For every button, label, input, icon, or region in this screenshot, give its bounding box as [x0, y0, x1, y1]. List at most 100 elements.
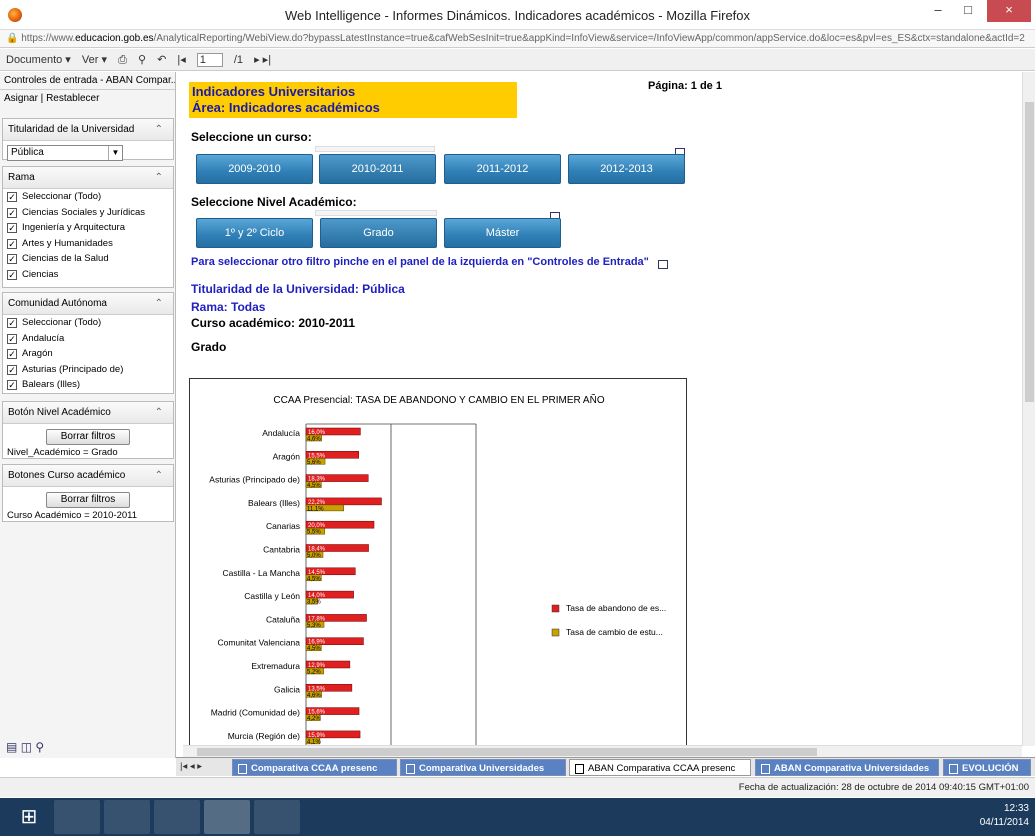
tab-nav-icon[interactable]: |◂ ◂ ▸	[180, 761, 202, 772]
data-label: 18,4%	[308, 547, 326, 553]
curso-button-2010[interactable]: 2010-2011	[319, 154, 436, 184]
find-icon[interactable]: ⚲	[138, 54, 146, 66]
titularidad-select[interactable]: Pública ▼	[7, 145, 123, 161]
print-icon[interactable]: ⎙	[118, 54, 127, 66]
data-label: 15,6%	[308, 710, 326, 716]
info-text: Para seleccionar otro filtro pinche en e…	[191, 256, 649, 268]
data-label: 13,5%	[308, 686, 326, 692]
rama-checkbox-5[interactable]: ✓ Ciencias	[3, 267, 173, 283]
collapse-icon[interactable]: ⌃	[155, 465, 163, 487]
url-bar[interactable]: 🔒 https://www.educacion.gob.es/Analytica…	[0, 30, 1035, 48]
checkbox-icon[interactable]: ✓	[7, 207, 17, 218]
category-label: Comunitat Valenciana	[217, 638, 300, 648]
abandono-chart: CCAA Presencial: TASA DE ABANDONO Y CAMB…	[189, 378, 687, 746]
comunidad-checkbox-0[interactable]: ✓ Seleccionar (Todo)	[3, 315, 173, 331]
rama-checkbox-0[interactable]: ✓ Seleccionar (Todo)	[3, 189, 173, 205]
checkbox-icon[interactable]: ✓	[7, 349, 17, 359]
data-label: 11,1%	[307, 506, 324, 512]
tab-comparativa-ccaa[interactable]: Comparativa CCAA presenc	[232, 759, 397, 776]
maximize-button[interactable]: □	[953, 0, 983, 22]
checkbox-icon[interactable]: ✓	[7, 269, 17, 280]
word-icon[interactable]	[254, 800, 300, 834]
curso-button-2012[interactable]: 2012-2013	[568, 154, 685, 184]
comunidad-checkbox-4[interactable]: ✓ Balears (Illes)	[3, 377, 173, 393]
tab-comparativa-universidades[interactable]: Comparativa Universidades	[400, 759, 566, 776]
collapse-icon[interactable]: ⌃	[155, 119, 163, 141]
data-label: 15,5%	[308, 453, 326, 459]
rama-checkbox-3[interactable]: ✓ Artes y Humanidades	[3, 236, 173, 252]
restablecer-link[interactable]: Restablecer	[46, 93, 99, 104]
checkbox-label: Artes y Humanidades	[22, 237, 113, 249]
document-icon[interactable]: ▤	[6, 740, 17, 754]
report-tabs: |◂ ◂ ▸ Comparativa CCAA presenc Comparat…	[176, 757, 1035, 776]
asignar-link[interactable]: Asignar	[4, 93, 38, 104]
firefox-taskbar-icon[interactable]	[204, 800, 250, 834]
checkbox-icon[interactable]: ✓	[7, 192, 17, 202]
horizontal-scrollbar[interactable]	[183, 745, 1022, 757]
nivel-button-ciclo[interactable]: 1º y 2º Ciclo	[196, 218, 313, 248]
borrar-filtros-nivel-button[interactable]: Borrar filtros	[46, 429, 130, 445]
tab-aban-universidades[interactable]: ABAN Comparativa Universidades	[755, 759, 939, 776]
report-subtitle: Área: Indicadores académicos	[192, 100, 380, 115]
nivel-button-grado[interactable]: Grado	[320, 218, 437, 248]
tab-evolucion[interactable]: EVOLUCIÓN	[943, 759, 1031, 776]
undo-icon[interactable]: ↶	[157, 54, 166, 66]
report-canvas: Indicadores Universitarios Área: Indicad…	[183, 72, 1021, 746]
data-label: 16,9%	[308, 640, 326, 646]
borrar-filtros-curso-button[interactable]: Borrar filtros	[46, 492, 130, 508]
app-icon[interactable]	[154, 800, 200, 834]
rama-checkbox-2[interactable]: ✓ Ingeniería y Arquitectura	[3, 220, 173, 236]
search-icon[interactable]: ⚲	[35, 740, 44, 754]
category-label: Cataluña	[266, 614, 300, 624]
data-label: 5,6%	[307, 460, 321, 466]
collapse-icon[interactable]: ⌃	[155, 402, 163, 424]
data-label: 16,0%	[308, 430, 326, 436]
first-page-icon[interactable]: |◂	[177, 54, 185, 66]
comunidad-checkbox-2[interactable]: ✓ Aragón	[3, 346, 173, 362]
checkbox-icon[interactable]: ✓	[7, 380, 17, 390]
toggle-icon[interactable]	[658, 260, 668, 269]
legend-entry: Tasa de cambio de estu...	[566, 627, 663, 637]
collapse-icon[interactable]: ⌃	[155, 293, 163, 315]
category-label: Murcia (Región de)	[228, 731, 300, 741]
input-controls-panel: Controles de entrada - ABAN Compar... As…	[0, 72, 176, 758]
data-label: 3,5%	[307, 600, 321, 606]
data-label: 4,5%	[307, 646, 321, 652]
data-label: 5,2%	[307, 670, 321, 676]
curso-button-2009[interactable]: 2009-2010	[196, 154, 313, 184]
checkbox-icon[interactable]: ✓	[7, 364, 17, 375]
minimize-button[interactable]: –	[923, 0, 953, 22]
checkbox-icon[interactable]: ✓	[7, 333, 17, 344]
checkbox-icon[interactable]: ✓	[7, 238, 17, 249]
curso-button-2011[interactable]: 2011-2012	[444, 154, 561, 184]
ver-menu[interactable]: Ver ▾	[82, 54, 107, 66]
data-label: 22,2%	[308, 500, 326, 506]
ie-icon[interactable]	[54, 800, 100, 834]
next-page-icon[interactable]: ▸ ▸|	[254, 54, 271, 66]
data-label: 14,0%	[308, 593, 326, 599]
comunidad-checkbox-1[interactable]: ✓ Andalucía	[3, 331, 173, 347]
close-button[interactable]: ×	[987, 0, 1031, 22]
panel-icon[interactable]: ◫	[21, 740, 32, 754]
tab-aban-ccaa[interactable]: ABAN Comparativa CCAA presenc	[569, 759, 751, 776]
data-label: 5,0%	[307, 553, 321, 559]
page-input[interactable]: 1	[196, 53, 223, 68]
data-label: 4,5%	[307, 483, 321, 489]
checkbox-icon[interactable]: ✓	[7, 254, 17, 264]
curso-panel: Botones Curso académico ⌃ Borrar filtros …	[2, 464, 174, 522]
explorer-icon[interactable]	[104, 800, 150, 834]
category-label: Madrid (Comunidad de)	[211, 708, 300, 718]
checkbox-icon[interactable]: ✓	[7, 318, 17, 328]
start-icon[interactable]: ⊞	[6, 800, 52, 834]
collapse-icon[interactable]: ⌃	[155, 167, 163, 189]
checkbox-icon[interactable]: ✓	[7, 223, 17, 233]
comunidad-checkbox-3[interactable]: ✓ Asturias (Principado de)	[3, 362, 173, 378]
rama-checkbox-4[interactable]: ✓ Ciencias de la Salud	[3, 251, 173, 267]
checkbox-label: Ingeniería y Arquitectura	[22, 222, 125, 233]
vertical-scrollbar[interactable]	[1022, 72, 1035, 746]
rama-checkbox-1[interactable]: ✓ Ciencias Sociales y Jurídicas	[3, 205, 173, 221]
rama-panel: Rama ⌃ ✓ Seleccionar (Todo) ✓ Ciencias Socia…	[2, 166, 174, 288]
nivel-button-master[interactable]: Máster	[444, 218, 561, 248]
documento-menu[interactable]: Documento ▾	[6, 54, 71, 66]
comunidad-header: Comunidad Autónoma	[8, 298, 107, 309]
